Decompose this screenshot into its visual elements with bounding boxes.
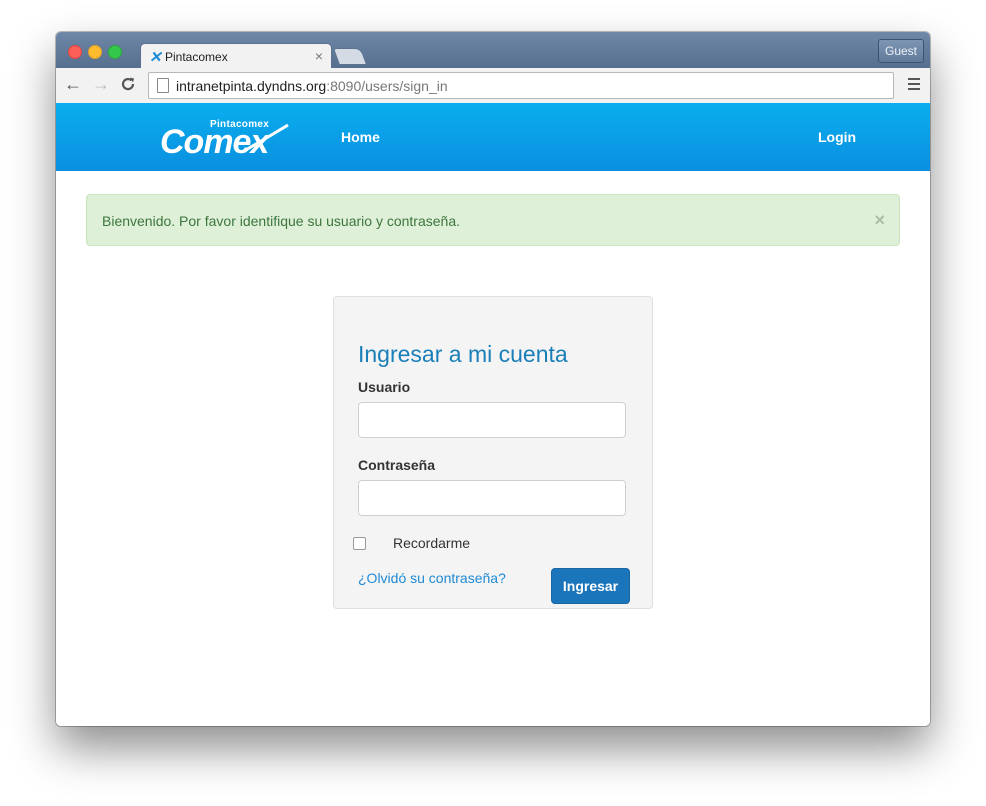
welcome-alert: Bienvenido. Por favor identifique su usu… [86,194,900,246]
new-tab-button[interactable] [332,48,368,65]
submit-button[interactable]: Ingresar [551,568,630,604]
password-field[interactable] [358,480,626,516]
browser-toolbar: ← → intranetpinta.dyndns.org:8090/users/… [56,68,930,104]
nav-login-link[interactable]: Login [818,129,856,145]
back-arrow-icon[interactable]: ← [64,74,82,94]
remember-me-checkbox[interactable] [353,537,366,550]
alert-message: Bienvenido. Por favor identifique su usu… [102,213,460,229]
close-window-button[interactable] [68,45,82,59]
page-content: Pintacomex Comex Home Login Bienvenido. … [56,103,930,726]
site-navbar: Pintacomex Comex Home Login [56,103,930,171]
login-card: Ingresar a mi cuenta Usuario Contraseña … [333,296,653,609]
page-icon [157,78,169,93]
guest-profile-button[interactable]: Guest [878,39,924,63]
username-field[interactable] [358,402,626,438]
swoosh-icon [243,123,289,153]
reload-icon[interactable] [120,74,136,97]
password-label: Contraseña [358,457,436,473]
browser-window: ✕ Pintacomex × Guest ← → intranetpinta.d… [56,32,930,726]
nav-home-link[interactable]: Home [341,129,380,145]
browser-tab[interactable]: ✕ Pintacomex × [140,43,332,70]
tab-close-icon[interactable]: × [315,48,323,64]
maximize-window-button[interactable] [108,45,122,59]
tab-strip: ✕ Pintacomex × Guest [56,32,930,70]
remember-me-label[interactable]: Recordarme [393,535,470,551]
alert-close-icon[interactable]: × [874,210,885,231]
url-text: intranetpinta.dyndns.org:8090/users/sign… [176,78,448,94]
tab-title: Pintacomex [165,50,228,64]
comex-logo[interactable]: Pintacomex Comex [160,115,290,159]
favicon-icon: ✕ [149,49,162,66]
forgot-password-link[interactable]: ¿Olvidó su contraseña? [358,570,506,586]
username-label: Usuario [358,379,411,395]
minimize-window-button[interactable] [88,45,102,59]
address-bar[interactable]: intranetpinta.dyndns.org:8090/users/sign… [148,72,894,99]
forward-arrow-icon[interactable]: → [92,74,110,94]
hamburger-menu-icon[interactable] [908,78,920,93]
login-title: Ingresar a mi cuenta [358,341,568,367]
